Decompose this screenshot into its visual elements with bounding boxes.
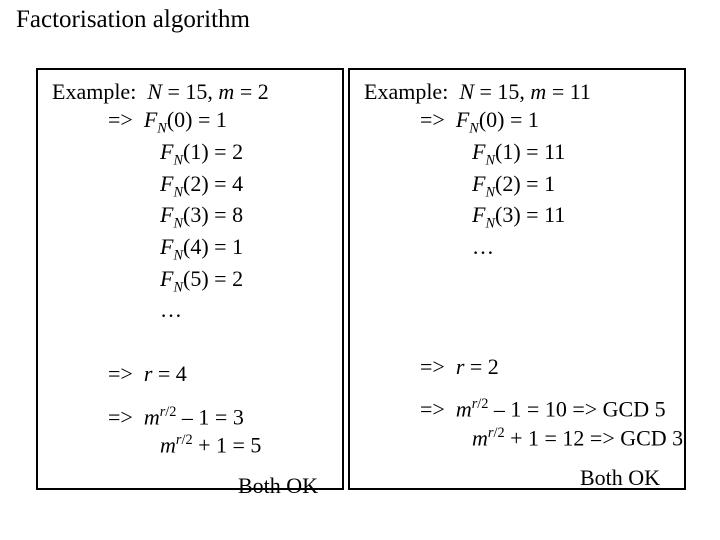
fn-line: FN(4) = 1 — [52, 233, 328, 265]
fn-line: FN(3) = 8 — [52, 201, 328, 233]
fn-line: FN(2) = 1 — [364, 170, 670, 202]
period-line: => r = 2 — [364, 353, 670, 381]
fn-line: FN(5) = 2 — [52, 265, 328, 297]
fn-line: => FN(0) = 1 — [52, 106, 328, 138]
fn-idx: 1 — [502, 139, 513, 164]
mr-minus-line: => mr/2 – 1 = 3 — [52, 403, 328, 431]
slide-title: Factorisation algorithm — [0, 0, 720, 50]
fn-val: 11 — [544, 139, 565, 164]
period-line: => r = 4 — [52, 360, 328, 388]
fn-idx: 2 — [502, 171, 513, 196]
mr-plus-line: mr/2 + 1 = 12 => GCD 3 — [364, 424, 670, 452]
fn-val: 4 — [232, 171, 243, 196]
fn-line: FN(1) = 2 — [52, 138, 328, 170]
fn-line: FN(3) = 11 — [364, 201, 670, 233]
mr-minus-tail: – 1 = 3 — [176, 404, 243, 429]
fn-val: 1 — [232, 234, 243, 259]
example-header: Example: N = 15, m = 2 — [52, 78, 328, 106]
fn-val: 2 — [232, 266, 243, 291]
fn-line: FN(1) = 11 — [364, 138, 670, 170]
fn-idx: 1 — [190, 139, 201, 164]
header-text: Example: N = 15, m = 2 — [52, 79, 269, 104]
both-ok: Both OK — [52, 460, 328, 500]
example-left-panel: Example: N = 15, m = 2 => FN(0) = 1 FN(1… — [36, 68, 344, 490]
fn-dots: … — [52, 296, 328, 324]
mr-plus-tail: + 1 = 12 => GCD 3 — [505, 425, 684, 450]
header-text: Example: N = 15, m = 11 — [364, 79, 591, 104]
fn-dots: … — [364, 233, 670, 261]
fn-val: 2 — [232, 139, 243, 164]
fn-val: 1 — [216, 107, 227, 132]
fn-line: => FN(0) = 1 — [364, 106, 670, 138]
fn-val: 11 — [544, 202, 565, 227]
example-right-panel: Example: N = 15, m = 11 => FN(0) = 1 FN(… — [348, 68, 686, 490]
fn-val: 1 — [528, 107, 539, 132]
fn-idx: 4 — [190, 234, 201, 259]
example-header: Example: N = 15, m = 11 — [364, 78, 670, 106]
fn-idx: 3 — [190, 202, 201, 227]
fn-idx: 0 — [486, 107, 497, 132]
slide: Factorisation algorithm ct 1 r ) s Examp… — [0, 0, 720, 540]
fn-line: FN(2) = 4 — [52, 170, 328, 202]
fn-val: 8 — [232, 202, 243, 227]
both-ok: Both OK — [364, 452, 670, 492]
mr-minus-tail: – 1 = 10 => GCD 5 — [488, 397, 665, 422]
fn-idx: 2 — [190, 171, 201, 196]
fn-idx: 3 — [502, 202, 513, 227]
fn-val: 1 — [544, 171, 555, 196]
fn-idx: 0 — [174, 107, 185, 132]
mr-minus-line: => mr/2 – 1 = 10 => GCD 5 — [364, 395, 670, 423]
mr-plus-line: mr/2 + 1 = 5 — [52, 431, 328, 459]
fn-idx: 5 — [190, 266, 201, 291]
mr-plus-tail: + 1 = 5 — [193, 432, 262, 457]
